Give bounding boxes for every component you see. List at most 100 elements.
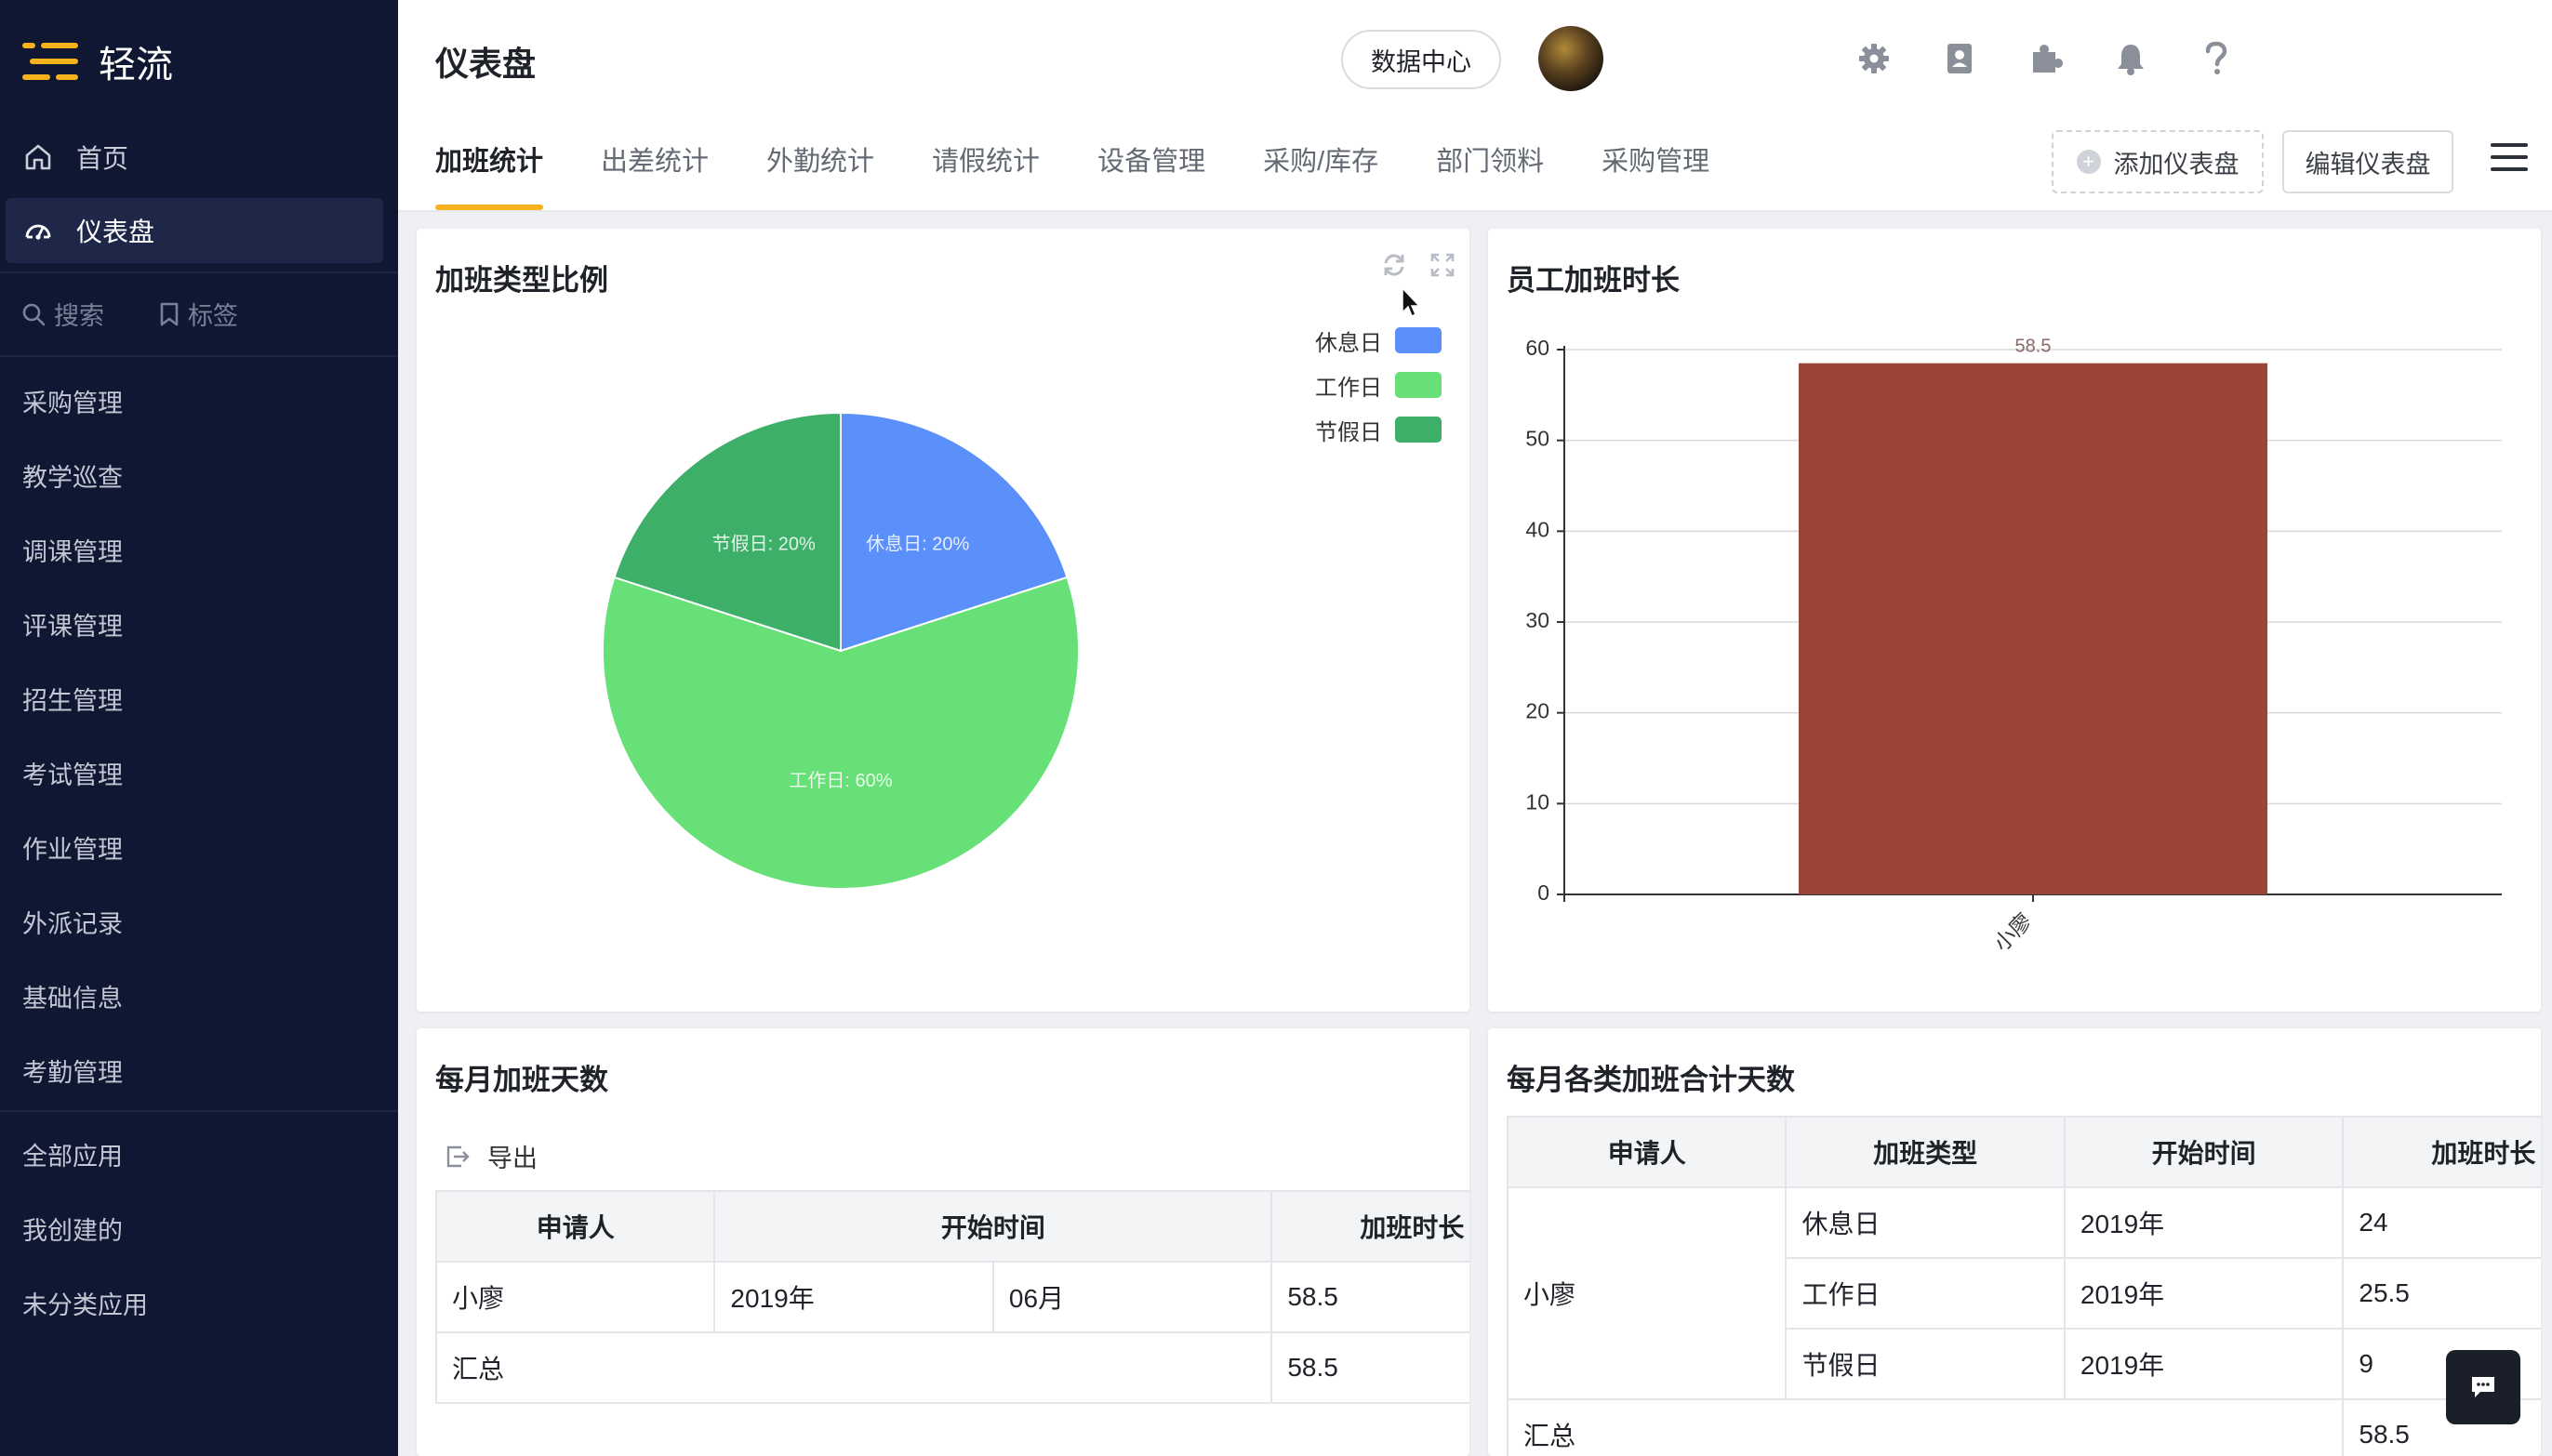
sidebar-search[interactable]: 搜索: [20, 296, 104, 332]
bar[interactable]: [1799, 363, 2267, 894]
table-row: 小廖 休息日 2019年 24: [1506, 1186, 2541, 1400]
employee-overtime-hours-card: 员工加班时长 0 10 20 30 40 50 60 58.5 小廖: [1488, 229, 2541, 1012]
sidebar: 轻流 首页 仪表盘 搜索 标签 采购管理 教学巡查 调课管理 评课管理 招生管理…: [0, 0, 398, 1456]
avatar[interactable]: [1538, 26, 1603, 91]
page-title: 仪表盘: [435, 45, 537, 83]
settings-icon[interactable]: [1854, 39, 1894, 78]
table-cell: 小廖: [1506, 1186, 1788, 1400]
y-tick-label: 30: [1525, 608, 1549, 632]
help-icon[interactable]: [2197, 39, 2236, 78]
monthly-type-overtime-days-card: 每月各类加班合计天数 申请人 加班类型 开始时间 加班时长 小廖 休息日 201…: [1488, 1028, 2541, 1456]
bar-value-label: 58.5: [2015, 337, 2052, 357]
app-logo[interactable]: 轻流: [22, 33, 173, 89]
monthly-type-days-table: 申请人 加班类型 开始时间 加班时长 小廖 休息日 2019年 24 工作日 2…: [1506, 1116, 2541, 1456]
sidebar-group-all[interactable]: 全部应用: [22, 1136, 123, 1172]
table-cell: 节假日: [1785, 1328, 2066, 1400]
overtime-type-ratio-card: 加班类型比例 休息日 工作日 节假日 休息日: 20% 工作日: 60% 节假日: …: [417, 229, 1469, 1012]
sidebar-app-item[interactable]: 外派记录: [22, 904, 123, 940]
dashboard-icon: [22, 215, 54, 246]
sidebar-divider: [0, 355, 398, 357]
sidebar-app-item[interactable]: 考勤管理: [22, 1052, 123, 1089]
table-cell: 2019年: [2063, 1257, 2345, 1330]
sidebar-divider: [0, 1110, 398, 1112]
sidebar-app-item[interactable]: 基础信息: [22, 978, 123, 1014]
table-cell: 06月: [991, 1261, 1273, 1333]
data-center-button[interactable]: 数据中心: [1341, 30, 1501, 89]
sidebar-item-label: 首页: [76, 144, 129, 173]
y-tick-label: 60: [1525, 336, 1549, 360]
table-cell: 小廖: [434, 1261, 716, 1333]
y-tick-label: 10: [1525, 789, 1549, 814]
tab-purchase-inventory[interactable]: 采购/库存: [1263, 139, 1378, 210]
pie-chart: 休息日: 20% 工作日: 60% 节假日: 20%: [602, 411, 1080, 890]
sidebar-app-item[interactable]: 采购管理: [22, 383, 123, 419]
y-tick-label: 0: [1537, 880, 1549, 905]
y-tick-label: 20: [1525, 699, 1549, 723]
search-icon: [22, 303, 46, 325]
sidebar-item-home[interactable]: 首页: [6, 125, 383, 190]
x-tick-label: 小廖: [1989, 908, 2037, 956]
table-cell: 24: [2342, 1186, 2541, 1259]
contacts-icon[interactable]: [1940, 39, 1979, 78]
sidebar-item-dashboard[interactable]: 仪表盘: [6, 198, 383, 263]
pie-slice-label: 工作日: 60%: [789, 770, 892, 791]
pie-slice-label: 休息日: 20%: [866, 533, 969, 554]
sidebar-app-item[interactable]: 教学巡查: [22, 457, 123, 494]
sidebar-search-row: 搜索 标签: [20, 296, 292, 332]
table-cell: 58.5: [1270, 1261, 1469, 1333]
logo-icon: [22, 41, 78, 82]
tab-leave-stats[interactable]: 请假统计: [932, 139, 1040, 210]
export-button[interactable]: 导出: [445, 1138, 538, 1174]
table-cell: 2019年: [2063, 1186, 2345, 1259]
chat-button[interactable]: [2446, 1350, 2520, 1424]
tab-department-requisition[interactable]: 部门领料: [1436, 139, 1544, 210]
table-total-row: 汇总 58.5: [434, 1331, 1469, 1404]
bell-icon[interactable]: [2111, 39, 2150, 78]
table-cell: 汇总: [434, 1331, 1273, 1404]
add-dashboard-button[interactable]: + 添加仪表盘: [2052, 130, 2264, 193]
sidebar-app-item[interactable]: 考试管理: [22, 755, 123, 791]
edit-dashboard-button[interactable]: 编辑仪表盘: [2282, 130, 2453, 193]
dashboard-tabs: 加班统计 出差统计 外勤统计 请假统计 设备管理 采购/库存 部门领料 采购管理: [435, 139, 1767, 210]
y-tick-label: 40: [1525, 517, 1549, 541]
export-label: 导出: [487, 1145, 538, 1172]
tab-purchase-management[interactable]: 采购管理: [1602, 139, 1709, 210]
column-header[interactable]: 加班类型: [1785, 1116, 2066, 1188]
home-icon: [22, 141, 54, 173]
sidebar-divider: [0, 271, 398, 273]
y-tick-label: 50: [1525, 427, 1549, 451]
table-cell: 汇总: [1506, 1398, 2345, 1456]
tab-business-trip-stats[interactable]: 出差统计: [601, 139, 709, 210]
bar-chart: 0 10 20 30 40 50 60 58.5 小廖: [1525, 336, 2502, 956]
sidebar-app-item[interactable]: 调课管理: [22, 532, 123, 568]
tab-equipment-management[interactable]: 设备管理: [1097, 139, 1205, 210]
header: 仪表盘 数据中心 加班统计 出差统计 外勤统计 请假统计 设备管理 采购/库存 …: [398, 0, 2552, 212]
column-header[interactable]: 加班时长: [2342, 1116, 2541, 1188]
sidebar-app-item[interactable]: 招生管理: [22, 681, 123, 717]
column-header[interactable]: 加班时长: [1270, 1190, 1469, 1263]
table-cell: 休息日: [1785, 1186, 2066, 1259]
tab-field-work-stats[interactable]: 外勤统计: [766, 139, 874, 210]
column-header[interactable]: 开始时间: [2063, 1116, 2345, 1188]
column-header[interactable]: 申请人: [434, 1190, 716, 1263]
tab-overtime-stats[interactable]: 加班统计: [435, 139, 544, 210]
monthly-overtime-days-card: 每月加班天数 导出 申请人 开始时间 加班时长 小廖 2019年 06月 58.…: [417, 1028, 1469, 1456]
menu-icon[interactable]: [2491, 143, 2528, 180]
tags-label: 标签: [188, 302, 238, 330]
sidebar-tags[interactable]: 标签: [158, 296, 238, 332]
sidebar-app-item[interactable]: 作业管理: [22, 829, 123, 866]
sidebar-app-item[interactable]: 评课管理: [22, 606, 123, 642]
plugin-icon[interactable]: [2026, 39, 2065, 78]
table-cell: 25.5: [2342, 1257, 2541, 1330]
column-header[interactable]: 开始时间: [713, 1190, 1273, 1263]
monthly-days-table: 申请人 开始时间 加班时长 小廖 2019年 06月 58.5 汇总 58.5: [434, 1190, 1469, 1404]
add-dashboard-label: 添加仪表盘: [2113, 150, 2240, 179]
export-icon: [446, 1145, 470, 1167]
search-label: 搜索: [54, 302, 104, 330]
column-header[interactable]: 申请人: [1506, 1116, 1788, 1188]
sidebar-group-mine[interactable]: 我创建的: [22, 1211, 123, 1247]
bookmark-icon: [160, 302, 179, 325]
sidebar-group-uncategorized[interactable]: 未分类应用: [22, 1285, 148, 1321]
sidebar-item-label: 仪表盘: [76, 218, 155, 246]
table-cell: 58.5: [1270, 1331, 1469, 1404]
